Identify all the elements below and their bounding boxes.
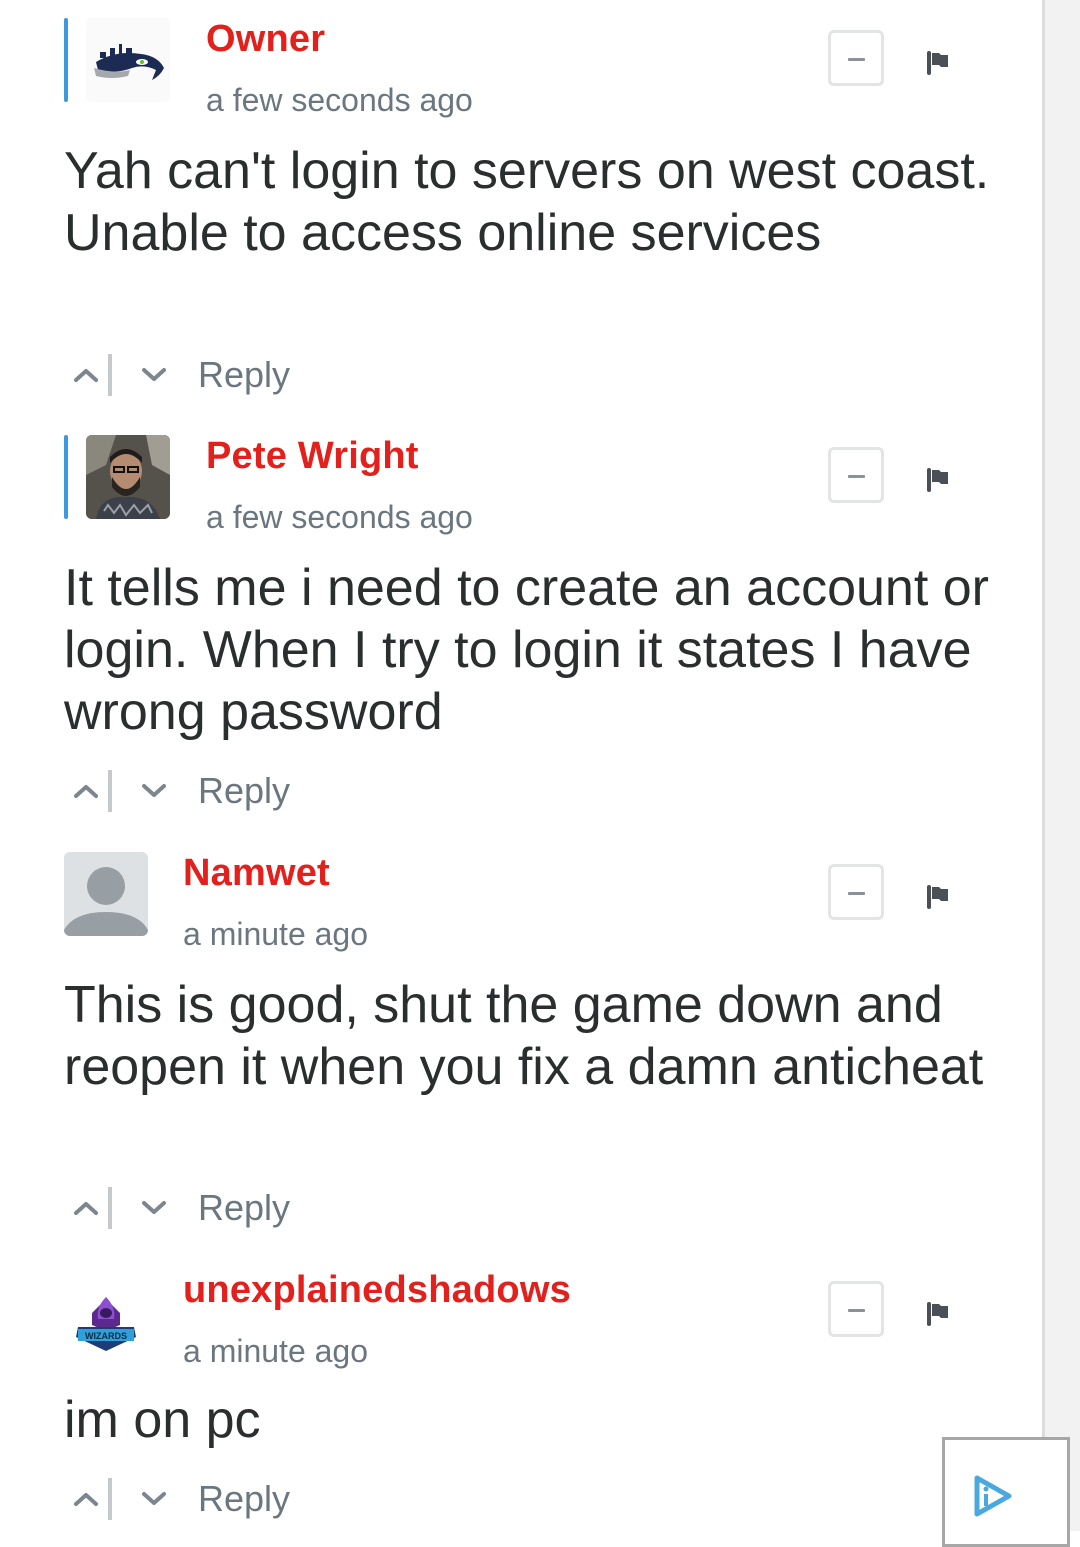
- comment: WIZARDS unexplainedshadows a minute ago …: [0, 1251, 1040, 1520]
- author-name[interactable]: Pete Wright: [206, 435, 419, 478]
- collapse-button[interactable]: [828, 30, 884, 86]
- chevron-down-icon: [142, 1201, 166, 1214]
- downvote-button[interactable]: [132, 1477, 176, 1521]
- reply-link[interactable]: Reply: [198, 1187, 290, 1229]
- author-name[interactable]: unexplainedshadows: [183, 1269, 571, 1312]
- wizards-logo-icon: WIZARDS: [76, 1297, 136, 1351]
- flag-icon[interactable]: [925, 467, 951, 493]
- avatar[interactable]: [86, 18, 170, 102]
- comment-text: Yah can't login to servers on west coast…: [64, 142, 990, 262]
- chevron-up-icon: [74, 1202, 98, 1215]
- chevron-down-icon: [142, 784, 166, 797]
- vote-divider: [108, 1478, 112, 1520]
- svg-text:WIZARDS: WIZARDS: [85, 1331, 127, 1341]
- timestamp[interactable]: a minute ago: [183, 1333, 368, 1370]
- collapse-button[interactable]: [828, 447, 884, 503]
- user-photo-icon: [86, 435, 170, 519]
- downvote-button[interactable]: [132, 353, 176, 397]
- timestamp[interactable]: a few seconds ago: [206, 82, 473, 119]
- timestamp[interactable]: a minute ago: [183, 916, 368, 953]
- downvote-button[interactable]: [132, 1186, 176, 1230]
- comment-actions: Reply: [64, 350, 290, 400]
- comment-actions: Reply: [64, 1474, 290, 1524]
- comment-text: It tells me i need to create an account …: [64, 559, 989, 741]
- comment-text: This is good, shut the game down and reo…: [64, 976, 984, 1096]
- chevron-down-icon: [142, 368, 166, 381]
- chevron-up-icon: [74, 369, 98, 382]
- flag-icon[interactable]: [925, 1301, 951, 1327]
- avatar[interactable]: WIZARDS: [64, 1269, 148, 1353]
- author-name[interactable]: Namwet: [183, 852, 330, 895]
- downvote-button[interactable]: [132, 769, 176, 813]
- collapse-button[interactable]: [828, 864, 884, 920]
- timestamp[interactable]: a few seconds ago: [206, 499, 473, 536]
- comment: Pete Wright a few seconds ago It tells m…: [0, 417, 1040, 812]
- chevron-up-icon: [74, 1493, 98, 1506]
- avatar[interactable]: [64, 852, 148, 936]
- vote-divider: [108, 770, 112, 812]
- vote-divider: [108, 354, 112, 396]
- upvote-button[interactable]: [64, 353, 108, 397]
- highlight-bar: [64, 435, 68, 519]
- upvote-button[interactable]: [64, 1477, 108, 1521]
- comment-actions: Reply: [64, 1183, 290, 1233]
- chevron-down-icon: [142, 1492, 166, 1505]
- flag-icon[interactable]: [925, 50, 951, 76]
- comment: Namwet a minute ago This is good, shut t…: [0, 834, 1040, 1229]
- avatar[interactable]: [86, 435, 170, 519]
- vote-divider: [108, 1187, 112, 1229]
- comment: Owner a few seconds ago Yah can't login …: [0, 0, 1040, 396]
- scrollbar-track[interactable]: [1042, 0, 1080, 1531]
- flag-icon[interactable]: [925, 884, 951, 910]
- upvote-button[interactable]: [64, 1186, 108, 1230]
- comment-text: im on pc: [64, 1391, 261, 1449]
- highlight-bar: [64, 18, 68, 102]
- seahawks-logo-icon: [94, 44, 164, 80]
- reply-link[interactable]: Reply: [198, 354, 290, 396]
- reply-link[interactable]: Reply: [198, 1478, 290, 1520]
- upvote-button[interactable]: [64, 769, 108, 813]
- chevron-up-icon: [74, 785, 98, 798]
- collapse-button[interactable]: [828, 1281, 884, 1337]
- comment-actions: Reply: [64, 766, 290, 816]
- author-name[interactable]: Owner: [206, 18, 325, 61]
- default-avatar-icon: [64, 867, 148, 936]
- reply-link[interactable]: Reply: [198, 770, 290, 812]
- adchoices-icon: [974, 1475, 1012, 1517]
